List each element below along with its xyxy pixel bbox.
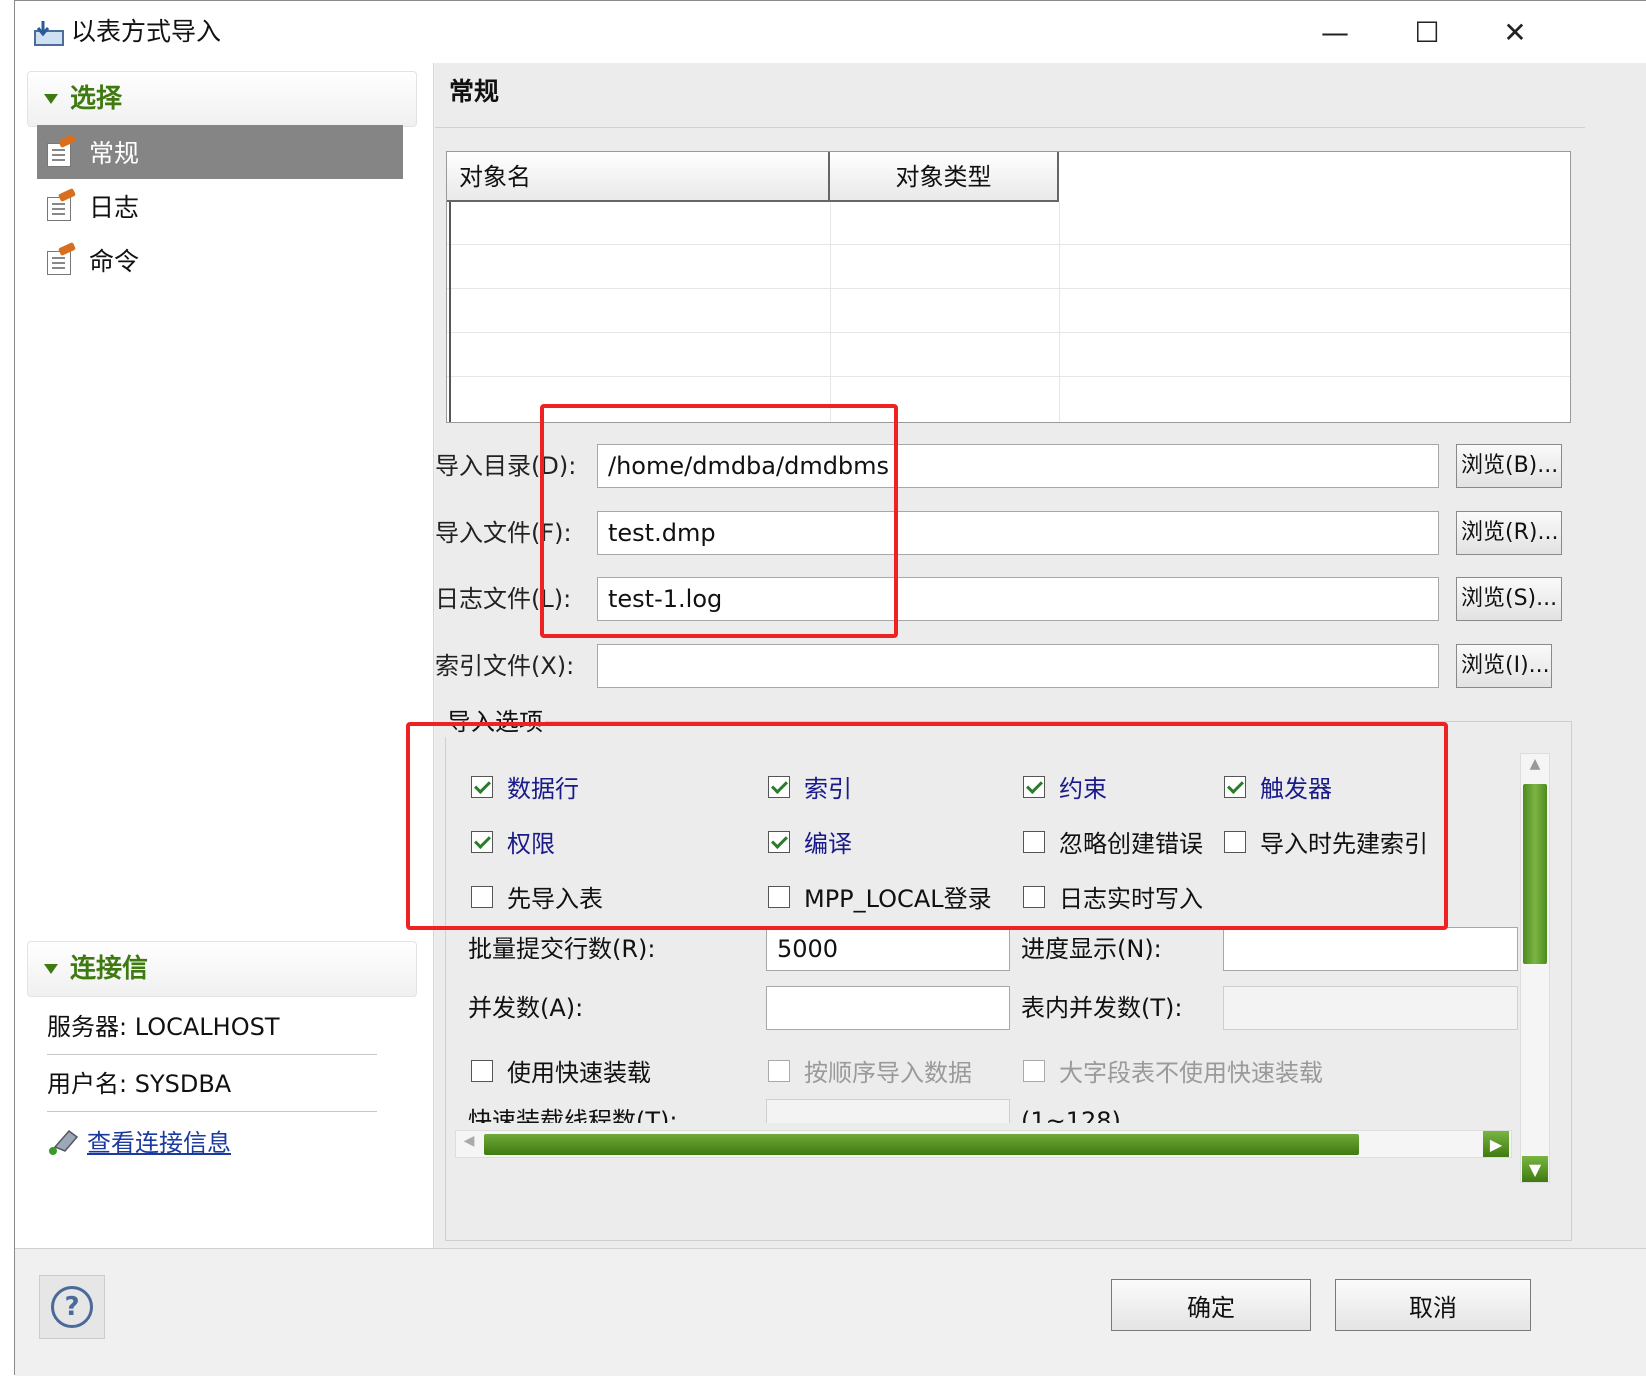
checkbox-unchecked-icon <box>1023 1059 1045 1082</box>
page-icon <box>45 133 77 167</box>
page-title: 常规 <box>449 77 500 106</box>
progress-input[interactable] <box>1223 927 1518 971</box>
scroll-up-icon[interactable]: ▲ <box>1523 756 1547 780</box>
checkbox-fast-load[interactable]: 使用快速装载 <box>471 1053 651 1088</box>
browse-file-button[interactable]: 浏览(R)... <box>1456 511 1562 555</box>
table-row[interactable] <box>447 334 1570 377</box>
checkbox-ordered-import[interactable]: 按顺序导入数据 <box>768 1053 972 1088</box>
page-icon <box>45 241 77 275</box>
fast-load-threads-row: 快速装载线程数(T): (1~128) <box>455 1099 1515 1123</box>
minimize-button[interactable]: — <box>1289 1 1381 63</box>
checkbox-unchecked-icon <box>768 1059 790 1082</box>
column-divider <box>830 202 831 422</box>
maximize-button[interactable]: ☐ <box>1381 1 1473 63</box>
table-row[interactable] <box>447 290 1570 333</box>
server-info: 服务器: LOCALHOST <box>47 999 377 1055</box>
scrollbar-thumb[interactable] <box>1523 784 1547 964</box>
column-header-object-type[interactable]: 对象类型 <box>830 152 1059 202</box>
select-section-label: 选择 <box>70 84 123 114</box>
browse-log-button[interactable]: 浏览(S)... <box>1456 577 1562 621</box>
nav-item-command[interactable]: 命令 <box>37 233 403 287</box>
nav-item-label: 常规 <box>89 139 140 168</box>
select-section-header[interactable]: 选择 <box>27 71 417 127</box>
username-info: 用户名: SYSDBA <box>47 1056 377 1112</box>
title-bar: 以表方式导入 — ☐ ✕ <box>15 1 1646 63</box>
main-panel: 常规 对象名 对象类型 导入目录(D): /home/dmdba/dmdbms … <box>435 63 1646 1248</box>
scroll-down-icon[interactable]: ▼ <box>1522 1156 1548 1182</box>
checkbox-label: 按顺序导入数据 <box>804 1059 972 1087</box>
import-dialog: 以表方式导入 — ☐ ✕ 选择 常规 日志 命令 连接信 服务器: LOCALH… <box>14 0 1646 1376</box>
table-concurrency-input[interactable] <box>1223 986 1518 1030</box>
batch-commit-label: 批量提交行数(R): <box>468 935 656 963</box>
checkbox-label: 大字段表不使用快速装载 <box>1059 1059 1323 1087</box>
import-icon <box>34 21 64 46</box>
connection-section-label: 连接信 <box>70 954 149 984</box>
collapse-triangle-icon <box>44 964 58 974</box>
page-icon <box>45 187 77 221</box>
browse-dir-button[interactable]: 浏览(B)... <box>1456 444 1562 488</box>
nav-item-general[interactable]: 常规 <box>37 125 403 179</box>
index-file-input[interactable] <box>597 644 1439 688</box>
concurrency-input[interactable] <box>766 986 1010 1030</box>
ok-button[interactable]: 确定 <box>1111 1279 1311 1331</box>
batch-commit-input[interactable]: 5000 <box>766 927 1010 971</box>
concurrency-label: 并发数(A): <box>468 994 584 1022</box>
scroll-right-icon[interactable]: ▶ <box>1483 1131 1509 1157</box>
highlight-box-import-options <box>406 722 1448 930</box>
progress-label: 进度显示(N): <box>1021 935 1162 963</box>
connection-plug-icon <box>49 1129 79 1155</box>
column-header-object-name[interactable]: 对象名 <box>447 152 830 202</box>
table-left-border <box>449 202 451 422</box>
fast-load-threads-label: 快速装载线程数(T): <box>468 1107 678 1123</box>
scroll-left-icon[interactable]: ◀ <box>458 1133 480 1155</box>
nav-item-label: 命令 <box>89 247 140 276</box>
left-sidebar: 选择 常规 日志 命令 连接信 服务器: LOCALHOST 用户名: SYSD… <box>15 63 434 1248</box>
nav-item-label: 日志 <box>89 193 140 222</box>
nav-item-log[interactable]: 日志 <box>37 179 403 233</box>
options-vertical-scrollbar[interactable]: ▲ ▼ <box>1520 753 1550 1183</box>
collapse-triangle-icon <box>44 94 58 104</box>
table-row[interactable] <box>447 202 1570 245</box>
help-icon: ? <box>51 1286 93 1328</box>
table-row[interactable] <box>447 246 1570 289</box>
title-divider <box>435 127 1585 128</box>
fast-load-threads-range: (1~128) <box>1021 1107 1121 1123</box>
fast-load-threads-input[interactable] <box>766 1099 1010 1123</box>
connection-section-header[interactable]: 连接信 <box>27 941 417 997</box>
help-button[interactable]: ? <box>39 1275 105 1339</box>
column-divider <box>1059 202 1060 422</box>
checkbox-no-fast-load-lob[interactable]: 大字段表不使用快速装载 <box>1023 1053 1323 1088</box>
view-connection-text: 查看连接信息 <box>87 1129 231 1157</box>
view-connection-link[interactable]: 查看连接信息 <box>47 1123 231 1158</box>
options-horizontal-scrollbar[interactable]: ◀ ▶ <box>455 1130 1512 1158</box>
checkbox-unchecked-icon <box>471 1059 493 1082</box>
close-button[interactable]: ✕ <box>1469 1 1561 63</box>
index-file-label: 索引文件(X): <box>435 652 575 680</box>
dialog-footer: ? 确定 取消 <box>15 1248 1646 1376</box>
highlight-box-file-fields <box>540 404 898 638</box>
checkbox-label: 使用快速装载 <box>507 1059 651 1087</box>
window-title: 以表方式导入 <box>71 17 222 46</box>
cancel-button[interactable]: 取消 <box>1335 1279 1531 1331</box>
scrollbar-thumb[interactable] <box>484 1134 1359 1155</box>
object-table[interactable]: 对象名 对象类型 <box>446 151 1571 423</box>
table-concurrency-label: 表内并发数(T): <box>1021 994 1183 1022</box>
browse-index-button[interactable]: 浏览(I)... <box>1456 644 1552 688</box>
